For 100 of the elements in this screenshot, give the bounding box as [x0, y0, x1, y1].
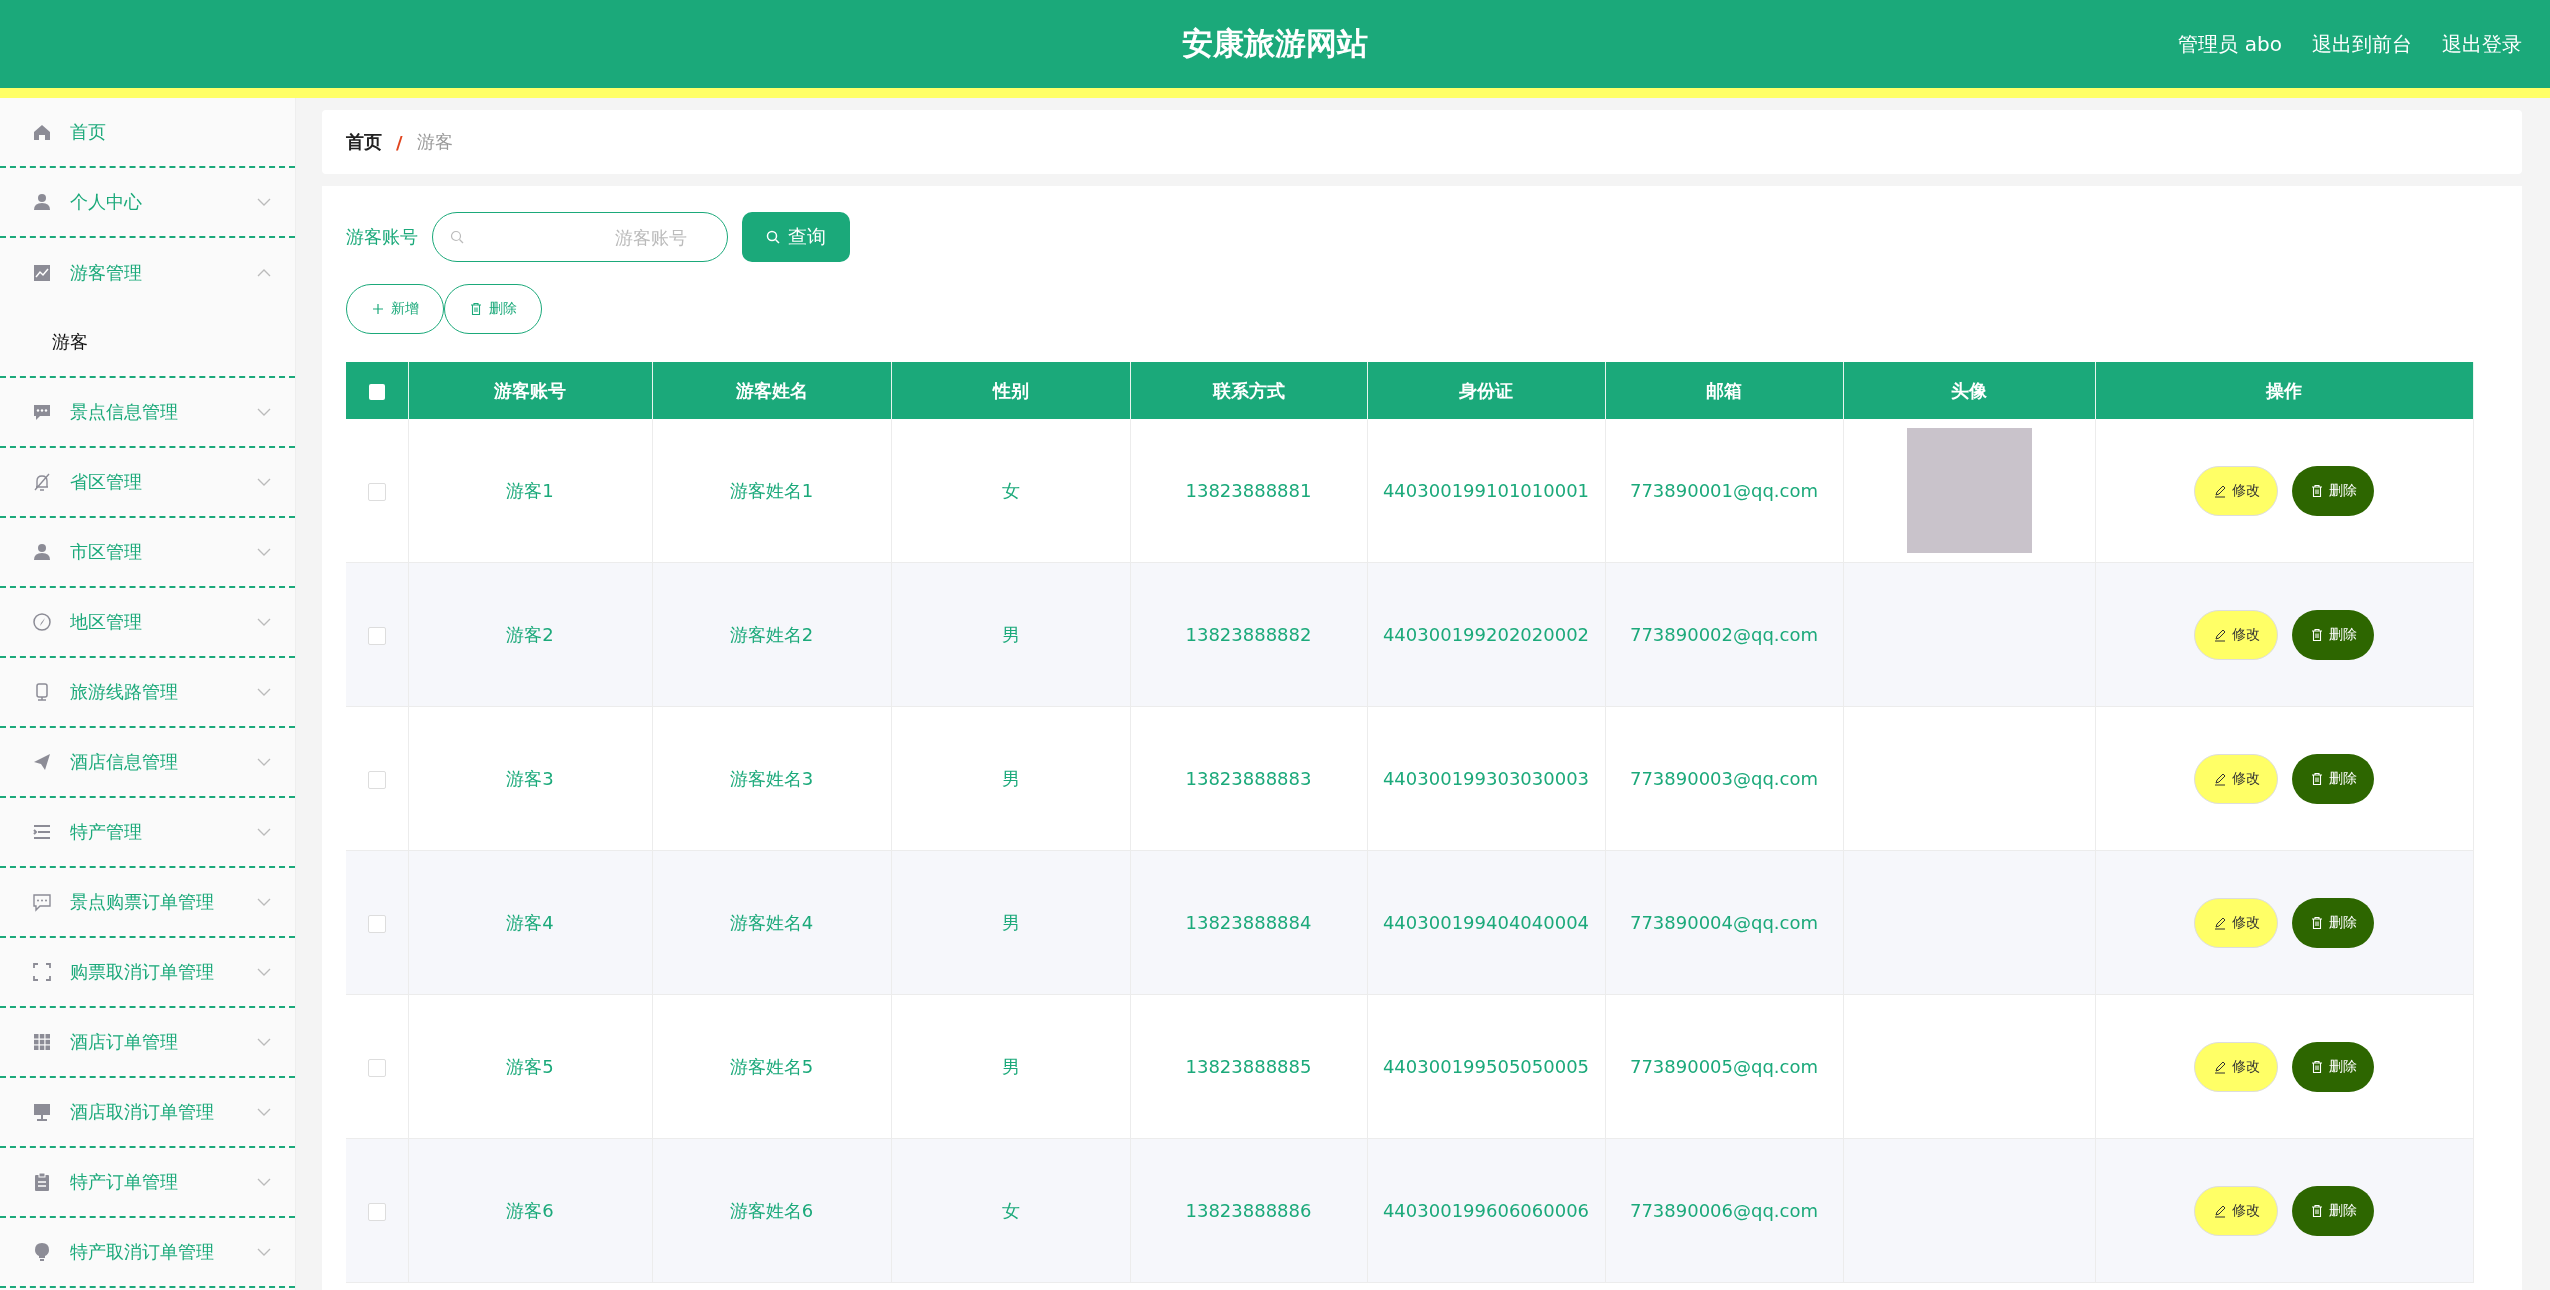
sidebar-item[interactable]: 地区管理	[0, 588, 295, 658]
delete-button[interactable]: 删除	[2292, 1185, 2374, 1236]
chevron-icon	[257, 407, 271, 417]
edit-button[interactable]: 修改	[2194, 897, 2278, 948]
sidebar-item[interactable]: 购票取消订单管理	[0, 938, 295, 1008]
table-cell: 13823888881	[1130, 419, 1367, 563]
chevron-icon	[257, 897, 271, 907]
table-cell: 773890004@qq.com	[1605, 850, 1843, 995]
search-field[interactable]: 游客账号	[432, 212, 728, 262]
chevron-icon	[257, 967, 271, 977]
table-cell: 13823888885	[1130, 994, 1367, 1139]
breadcrumb-item: 游客	[416, 130, 453, 154]
sidebar-item[interactable]: 酒店信息管理	[0, 728, 295, 798]
edit-button[interactable]: 修改	[2194, 753, 2278, 804]
sidebar-item[interactable]: 特产订单管理	[0, 1148, 295, 1218]
table-cell: 13823888882	[1130, 562, 1367, 707]
sidebar-item[interactable]: 景点信息管理	[0, 378, 295, 448]
sidebar-item[interactable]: 旅游线路管理	[0, 658, 295, 728]
delete-button[interactable]: 删除	[2292, 753, 2374, 804]
lightbulb-icon	[32, 1242, 52, 1262]
delete-button[interactable]: 删除	[2292, 465, 2374, 516]
trash-icon	[2309, 1059, 2324, 1074]
pencil-icon	[2212, 627, 2227, 642]
row-checkbox[interactable]	[367, 1059, 386, 1077]
search-icon	[766, 230, 780, 244]
chevron-icon	[257, 1247, 271, 1257]
table-cell: 773890006@qq.com	[1605, 1138, 1843, 1283]
pencil-icon	[2212, 1059, 2227, 1074]
header-link[interactable]: 退出登录	[2442, 30, 2522, 58]
trash-icon	[2309, 1203, 2324, 1218]
row-checkbox[interactable]	[367, 915, 386, 933]
breadcrumb-separator: /	[396, 131, 403, 153]
chevron-icon	[257, 1037, 271, 1047]
list-icon	[32, 822, 52, 842]
table-cell: 游客1	[408, 419, 652, 563]
trash-icon	[2309, 915, 2324, 930]
plus-icon	[371, 302, 385, 316]
sidebar-item[interactable]: 特产管理	[0, 798, 295, 868]
column-header: 操作	[2095, 362, 2473, 419]
row-checkbox[interactable]	[367, 483, 386, 501]
table-cell: 773890005@qq.com	[1605, 994, 1843, 1139]
chevron-icon	[257, 547, 271, 557]
search-icon	[450, 230, 464, 244]
table-cell: 440300199505050005	[1367, 994, 1605, 1139]
chevron-icon	[257, 617, 271, 627]
column-header: 游客姓名	[652, 362, 891, 419]
chevron-icon	[257, 268, 271, 278]
sidebar-item[interactable]: 酒店订单管理	[0, 1008, 295, 1078]
table-cell: 游客姓名6	[652, 1138, 891, 1283]
delete-button[interactable]: 删除	[2292, 1041, 2374, 1092]
table-cell: 13823888883	[1130, 706, 1367, 851]
pencil-icon	[2212, 915, 2227, 930]
table-cell: 440300199606060006	[1367, 1138, 1605, 1283]
table-cell: 773890003@qq.com	[1605, 706, 1843, 851]
row-checkbox[interactable]	[367, 627, 386, 645]
edit-button[interactable]: 修改	[2194, 609, 2278, 660]
delete-button[interactable]: 删除	[2292, 609, 2374, 660]
header-link[interactable]: 退出到前台	[2312, 30, 2412, 58]
column-header: 邮箱	[1605, 362, 1843, 419]
table-cell: 游客姓名5	[652, 994, 891, 1139]
chevron-icon	[257, 477, 271, 487]
monitor-icon	[32, 1102, 52, 1122]
delete-button[interactable]: 删除	[2292, 897, 2374, 948]
site-title: 安康旅游网站	[1182, 24, 1368, 63]
pencil-icon	[2212, 483, 2227, 498]
edit-button[interactable]: 修改	[2194, 465, 2278, 516]
table-cell: 男	[891, 994, 1130, 1139]
chat-icon	[32, 892, 52, 912]
table-cell: 女	[891, 1138, 1130, 1283]
sidebar-item[interactable]: 游客管理	[0, 238, 295, 308]
table-cell: 游客姓名3	[652, 706, 891, 851]
user-icon	[32, 192, 52, 212]
table-cell: 13823888886	[1130, 1138, 1367, 1283]
edit-button[interactable]: 修改	[2194, 1185, 2278, 1236]
chevron-icon	[257, 687, 271, 697]
row-checkbox[interactable]	[367, 771, 386, 789]
chevron-icon	[257, 827, 271, 837]
clipboard-icon	[32, 1172, 52, 1192]
sidebar-item[interactable]: 个人中心	[0, 168, 295, 238]
table-cell: 游客3	[408, 706, 652, 851]
edit-button[interactable]: 修改	[2194, 1041, 2278, 1092]
select-all-checkbox[interactable]	[368, 384, 385, 400]
row-checkbox[interactable]	[367, 1203, 386, 1221]
sidebar-item[interactable]: 景点购票订单管理	[0, 868, 295, 938]
trash-icon	[2309, 627, 2324, 642]
search-button[interactable]: 查询	[742, 212, 850, 262]
chevron-icon	[257, 197, 271, 207]
sidebar-subitem[interactable]: 游客	[52, 330, 88, 354]
table-cell: 游客5	[408, 994, 652, 1139]
sidebar-item[interactable]: 市区管理	[0, 518, 295, 588]
sidebar-item[interactable]: 酒店取消订单管理	[0, 1078, 295, 1148]
add-button[interactable]: 新增	[346, 284, 444, 334]
chart-icon	[32, 263, 52, 283]
chevron-icon	[257, 1177, 271, 1187]
sidebar-item[interactable]: 首页	[0, 98, 295, 168]
sidebar-item[interactable]: 省区管理	[0, 448, 295, 518]
sidebar-item[interactable]: 特产取消订单管理	[0, 1218, 295, 1288]
breadcrumb-item[interactable]: 首页	[346, 130, 382, 154]
table-cell: 男	[891, 562, 1130, 707]
delete-button[interactable]: 删除	[444, 284, 542, 334]
